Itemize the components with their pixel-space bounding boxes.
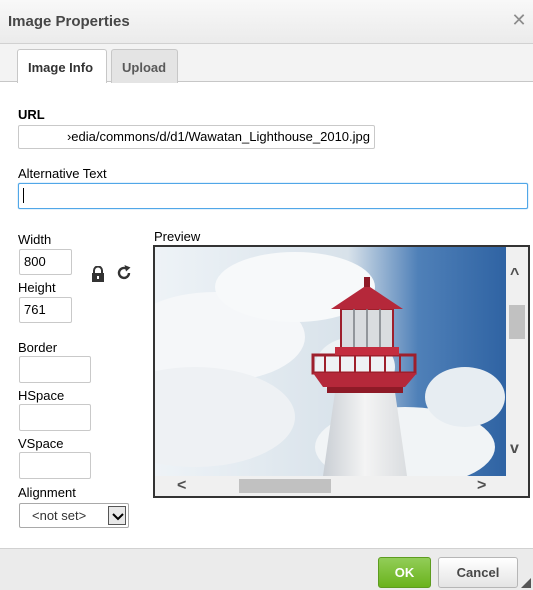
height-input[interactable]: 761	[19, 297, 72, 323]
height-label: Height	[18, 280, 56, 295]
preview-pane: ^ v < >	[153, 245, 530, 498]
dialog-title: Image Properties	[8, 13, 130, 30]
alignment-value: <not set>	[32, 508, 87, 523]
preview-label: Preview	[154, 229, 201, 244]
hspace-label: HSpace	[18, 388, 65, 403]
reset-size-icon[interactable]	[115, 264, 133, 282]
text-cursor	[23, 188, 24, 204]
vertical-scroll-thumb[interactable]	[509, 305, 525, 339]
lighthouse-image	[155, 247, 506, 476]
alt-text-input[interactable]	[18, 183, 528, 209]
alignment-select[interactable]: <not set>	[19, 503, 129, 528]
close-icon[interactable]: ✕	[509, 10, 529, 30]
tab-upload[interactable]: Upload	[111, 49, 178, 83]
url-input[interactable]: ›edia/commons/d/d1/Wawatan_Lighthouse_20…	[18, 125, 375, 149]
tab-bar: Image Info Upload	[0, 44, 533, 83]
vspace-input[interactable]	[19, 452, 91, 479]
scroll-right-icon[interactable]: >	[477, 478, 486, 494]
lock-icon[interactable]	[91, 266, 105, 282]
image-properties-dialog: Image Properties ✕ Image Info Upload URL…	[0, 0, 533, 590]
dialog-titlebar[interactable]: Image Properties ✕	[0, 0, 533, 44]
url-label: URL	[18, 107, 45, 122]
ok-button[interactable]: OK	[378, 557, 431, 588]
width-input[interactable]: 800	[19, 249, 72, 275]
scroll-left-icon[interactable]: <	[177, 478, 186, 494]
vertical-scrollbar[interactable]: ^ v	[506, 247, 528, 476]
alignment-label: Alignment	[18, 485, 76, 500]
vspace-label: VSpace	[18, 436, 64, 451]
alt-text-label: Alternative Text	[18, 166, 107, 181]
border-label: Border	[18, 340, 58, 355]
horizontal-scrollbar[interactable]: < >	[155, 476, 528, 496]
resize-handle-icon[interactable]	[521, 578, 531, 588]
cancel-button[interactable]: Cancel	[438, 557, 518, 588]
scroll-up-icon[interactable]: ^	[510, 267, 519, 283]
tab-image-info[interactable]: Image Info	[17, 49, 107, 83]
chevron-down-icon[interactable]	[108, 506, 126, 525]
horizontal-scroll-thumb[interactable]	[239, 479, 331, 493]
scroll-down-icon[interactable]: v	[510, 441, 519, 457]
border-input[interactable]	[19, 356, 91, 383]
hspace-input[interactable]	[19, 404, 91, 431]
width-label: Width	[18, 232, 52, 247]
